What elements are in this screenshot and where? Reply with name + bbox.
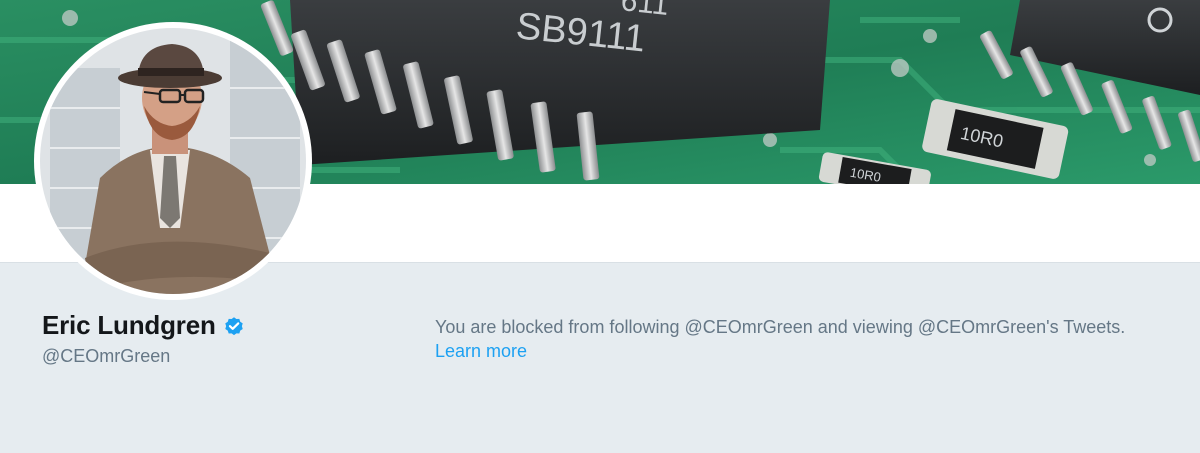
learn-more-link[interactable]: Learn more [435, 339, 527, 363]
avatar-photo [40, 28, 306, 294]
profile-screen-name[interactable]: @CEOmrGreen [42, 346, 170, 367]
profile-name-row: Eric Lundgren [42, 310, 245, 341]
profile-display-name[interactable]: Eric Lundgren [42, 310, 216, 341]
blocked-notice: You are blocked from following @CEOmrGre… [435, 315, 1175, 363]
profile-avatar[interactable] [34, 22, 312, 300]
blocked-message-text: You are blocked from following @CEOmrGre… [435, 317, 1126, 337]
verified-badge-icon[interactable] [223, 315, 245, 337]
